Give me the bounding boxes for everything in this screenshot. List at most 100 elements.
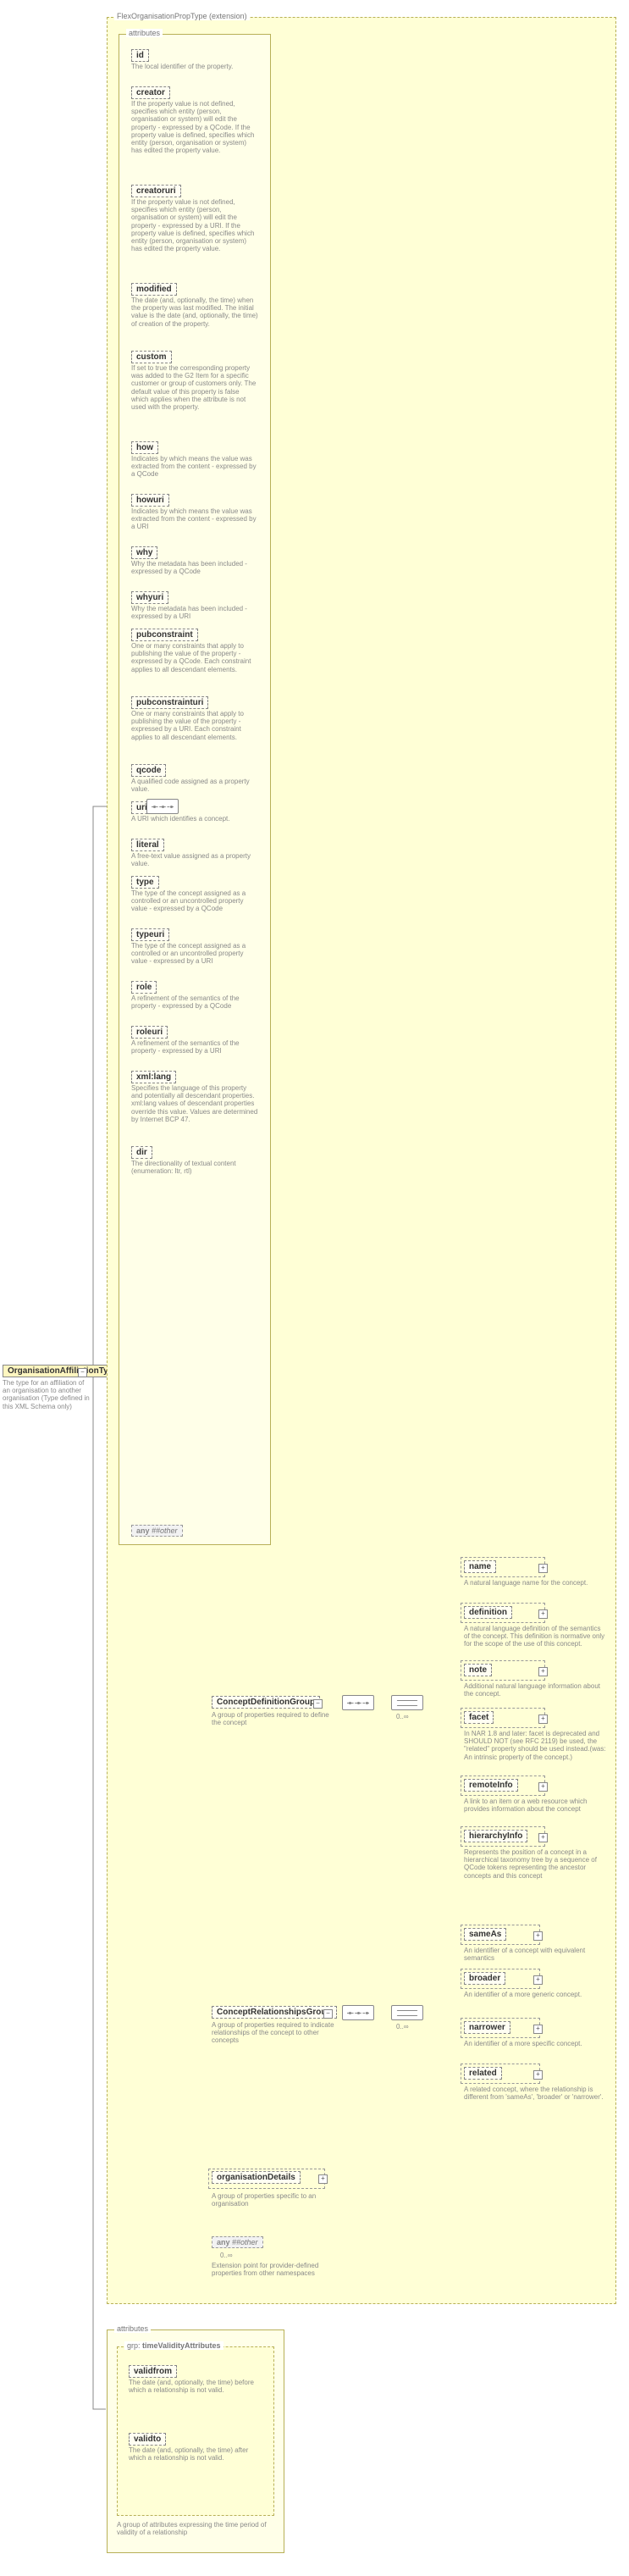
attr-typeuri[interactable]: typeuri	[131, 928, 169, 941]
def-note-expand[interactable]: +	[538, 1667, 548, 1676]
tv-attr-validfrom-label: validfrom	[134, 2367, 172, 2376]
sequence-indicator-main	[146, 799, 179, 814]
def-definition-label: definition	[469, 1608, 507, 1617]
def-definition-desc: A natural language definition of the sem…	[464, 1625, 608, 1648]
attr-qcode[interactable]: qcode	[131, 764, 166, 777]
attr-whyuri-label: whyuri	[136, 593, 163, 602]
attr-creator[interactable]: creator	[131, 86, 170, 99]
attr-pubconstraint[interactable]: pubconstraint	[131, 629, 198, 641]
rel-related[interactable]: related	[464, 2067, 502, 2080]
def-definition-expand[interactable]: +	[538, 1609, 548, 1619]
attr-typeuri-desc: The type of the concept assigned as a co…	[131, 942, 258, 966]
attr-how-label: how	[136, 443, 153, 452]
attr-modified[interactable]: modified	[131, 283, 177, 296]
attr-whyuri-desc: Why the metadata has been included - exp…	[131, 605, 258, 620]
attr-role-label: role	[136, 983, 152, 992]
attr-xml:lang[interactable]: xml:lang	[131, 1071, 176, 1083]
attr-modified-label: modified	[136, 285, 172, 294]
attr-id[interactable]: id	[131, 49, 149, 62]
rel-sameAs-expand[interactable]: +	[533, 1931, 543, 1941]
attr-qcode-desc: A qualified code assigned as a property …	[131, 778, 258, 793]
def-remoteInfo-desc: A link to an item or a web resource whic…	[464, 1798, 608, 1813]
attr-type[interactable]: type	[131, 876, 159, 889]
root-type-box[interactable]: OrganisationAffiliationType	[3, 1365, 123, 1377]
attr-role[interactable]: role	[131, 981, 157, 994]
attr-howuri[interactable]: howuri	[131, 494, 169, 507]
def-name[interactable]: name	[464, 1560, 496, 1573]
attr-pubconstrainturi[interactable]: pubconstrainturi	[131, 696, 208, 709]
rel-sameAs-label: sameAs	[469, 1930, 501, 1939]
crg-mult: 0..∞	[396, 2023, 409, 2030]
rel-narrower[interactable]: narrower	[464, 2021, 510, 2034]
grp-prefix: grp:	[127, 2341, 141, 2350]
attr-xml:lang-label: xml:lang	[136, 1072, 171, 1082]
attr-creator-desc: If the property value is not defined, sp…	[131, 100, 258, 154]
attr-role-desc: A refinement of the semantics of the pro…	[131, 994, 258, 1010]
time-validity-group-name: timeValidityAttributes	[142, 2341, 221, 2350]
rel-broader-expand[interactable]: +	[533, 1975, 543, 1985]
any-attribute-box[interactable]: any ##other	[131, 1525, 183, 1537]
any-label: any	[136, 1526, 150, 1535]
def-remoteInfo-expand[interactable]: +	[538, 1782, 548, 1792]
attr-pubconstrainturi-desc: One or many constraints that apply to pu…	[131, 710, 258, 741]
tv-attr-validto[interactable]: validto	[129, 2433, 166, 2446]
def-hierarchyInfo[interactable]: hierarchyInfo	[464, 1830, 527, 1842]
attr-pubconstrainturi-label: pubconstrainturi	[136, 698, 203, 707]
attr-dir[interactable]: dir	[131, 1146, 152, 1159]
organisation-details[interactable]: organisationDetails	[212, 2171, 301, 2184]
any-content-other: ##other	[232, 2238, 258, 2246]
root-type-label: OrganisationAffiliationType	[8, 1366, 118, 1376]
def-facet-expand[interactable]: +	[538, 1715, 548, 1724]
rel-narrower-label: narrower	[469, 2023, 505, 2032]
attr-type-label: type	[136, 878, 154, 887]
rel-sameAs[interactable]: sameAs	[464, 1928, 506, 1941]
def-definition[interactable]: definition	[464, 1606, 512, 1619]
rel-sameAs-desc: An identifier of a concept with equivale…	[464, 1947, 608, 1962]
organisation-details-desc: A group of properties specific to an org…	[212, 2192, 330, 2208]
concept-definition-group[interactable]: ConceptDefinitionGroup	[212, 1696, 320, 1709]
attr-whyuri[interactable]: whyuri	[131, 591, 168, 604]
rel-broader-label: broader	[469, 1974, 500, 1983]
attr-how[interactable]: how	[131, 441, 158, 454]
tv-attr-validfrom[interactable]: validfrom	[129, 2365, 177, 2378]
attr-literal-label: literal	[136, 840, 159, 850]
root-expand[interactable]: −	[78, 1368, 87, 1377]
def-name-label: name	[469, 1562, 491, 1571]
def-name-expand[interactable]: +	[538, 1564, 548, 1573]
attr-creatoruri[interactable]: creatoruri	[131, 185, 181, 197]
rel-broader[interactable]: broader	[464, 1972, 505, 1985]
attr-custom[interactable]: custom	[131, 351, 172, 363]
def-note[interactable]: note	[464, 1664, 492, 1676]
any-other-content[interactable]: any ##other	[212, 2236, 263, 2248]
attr-how-desc: Indicates by which means the value was e…	[131, 455, 258, 479]
attr-why[interactable]: why	[131, 546, 157, 559]
concept-relationships-group[interactable]: ConceptRelationshipsGroup	[212, 2006, 337, 2019]
time-validity-group-label: grp: timeValidityAttributes	[124, 2341, 223, 2350]
crg-expand[interactable]: −	[323, 2009, 333, 2019]
def-remoteInfo-label: remoteInfo	[469, 1781, 513, 1790]
attr-qcode-label: qcode	[136, 766, 161, 775]
org-details-expand[interactable]: +	[318, 2174, 328, 2184]
organisation-details-label: organisationDetails	[217, 2173, 295, 2182]
def-note-desc: Additional natural language information …	[464, 1682, 608, 1698]
attr-howuri-desc: Indicates by which means the value was e…	[131, 507, 258, 531]
def-note-label: note	[469, 1665, 487, 1675]
attr-roleuri[interactable]: roleuri	[131, 1026, 168, 1039]
def-facet[interactable]: facet	[464, 1711, 494, 1724]
attr-literal-desc: A free-text value assigned as a property…	[131, 852, 258, 867]
cdg-expand[interactable]: −	[313, 1699, 323, 1709]
attr-pubconstraint-label: pubconstraint	[136, 630, 193, 640]
attributes-frame-label: attributes	[126, 29, 163, 37]
cdg-choice	[391, 1695, 423, 1710]
attr-dir-label: dir	[136, 1148, 147, 1157]
attr-type-desc: The type of the concept assigned as a co…	[131, 889, 258, 913]
rel-narrower-expand[interactable]: +	[533, 2025, 543, 2034]
def-facet-desc: In NAR 1.8 and later: facet is deprecate…	[464, 1730, 608, 1761]
def-remoteInfo[interactable]: remoteInfo	[464, 1779, 518, 1792]
rel-narrower-desc: An identifier of a more specific concept…	[464, 2040, 608, 2047]
attr-literal[interactable]: literal	[131, 839, 164, 851]
attr-why-label: why	[136, 548, 152, 557]
def-hierarchyInfo-expand[interactable]: +	[538, 1833, 548, 1842]
concept-definition-group-desc: A group of properties required to define…	[212, 1711, 330, 1726]
rel-related-expand[interactable]: +	[533, 2070, 543, 2080]
